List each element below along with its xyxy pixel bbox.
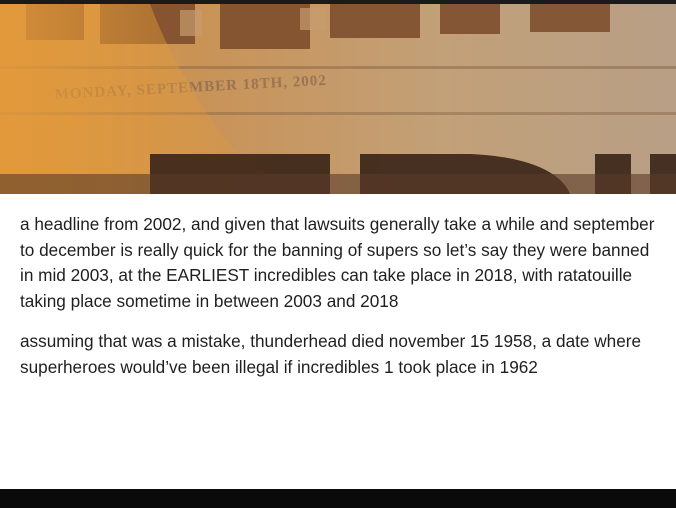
bottom-bar bbox=[0, 489, 676, 508]
post-text: a headline from 2002, and given that law… bbox=[20, 212, 660, 380]
post-paragraph-1: a headline from 2002, and given that law… bbox=[20, 214, 655, 311]
post-paragraph-2: assuming that was a mistake, thunderhead… bbox=[20, 331, 642, 377]
newspaper-image: MONDAY, SEPTEMBER 18TH, 2002 bbox=[0, 4, 676, 194]
